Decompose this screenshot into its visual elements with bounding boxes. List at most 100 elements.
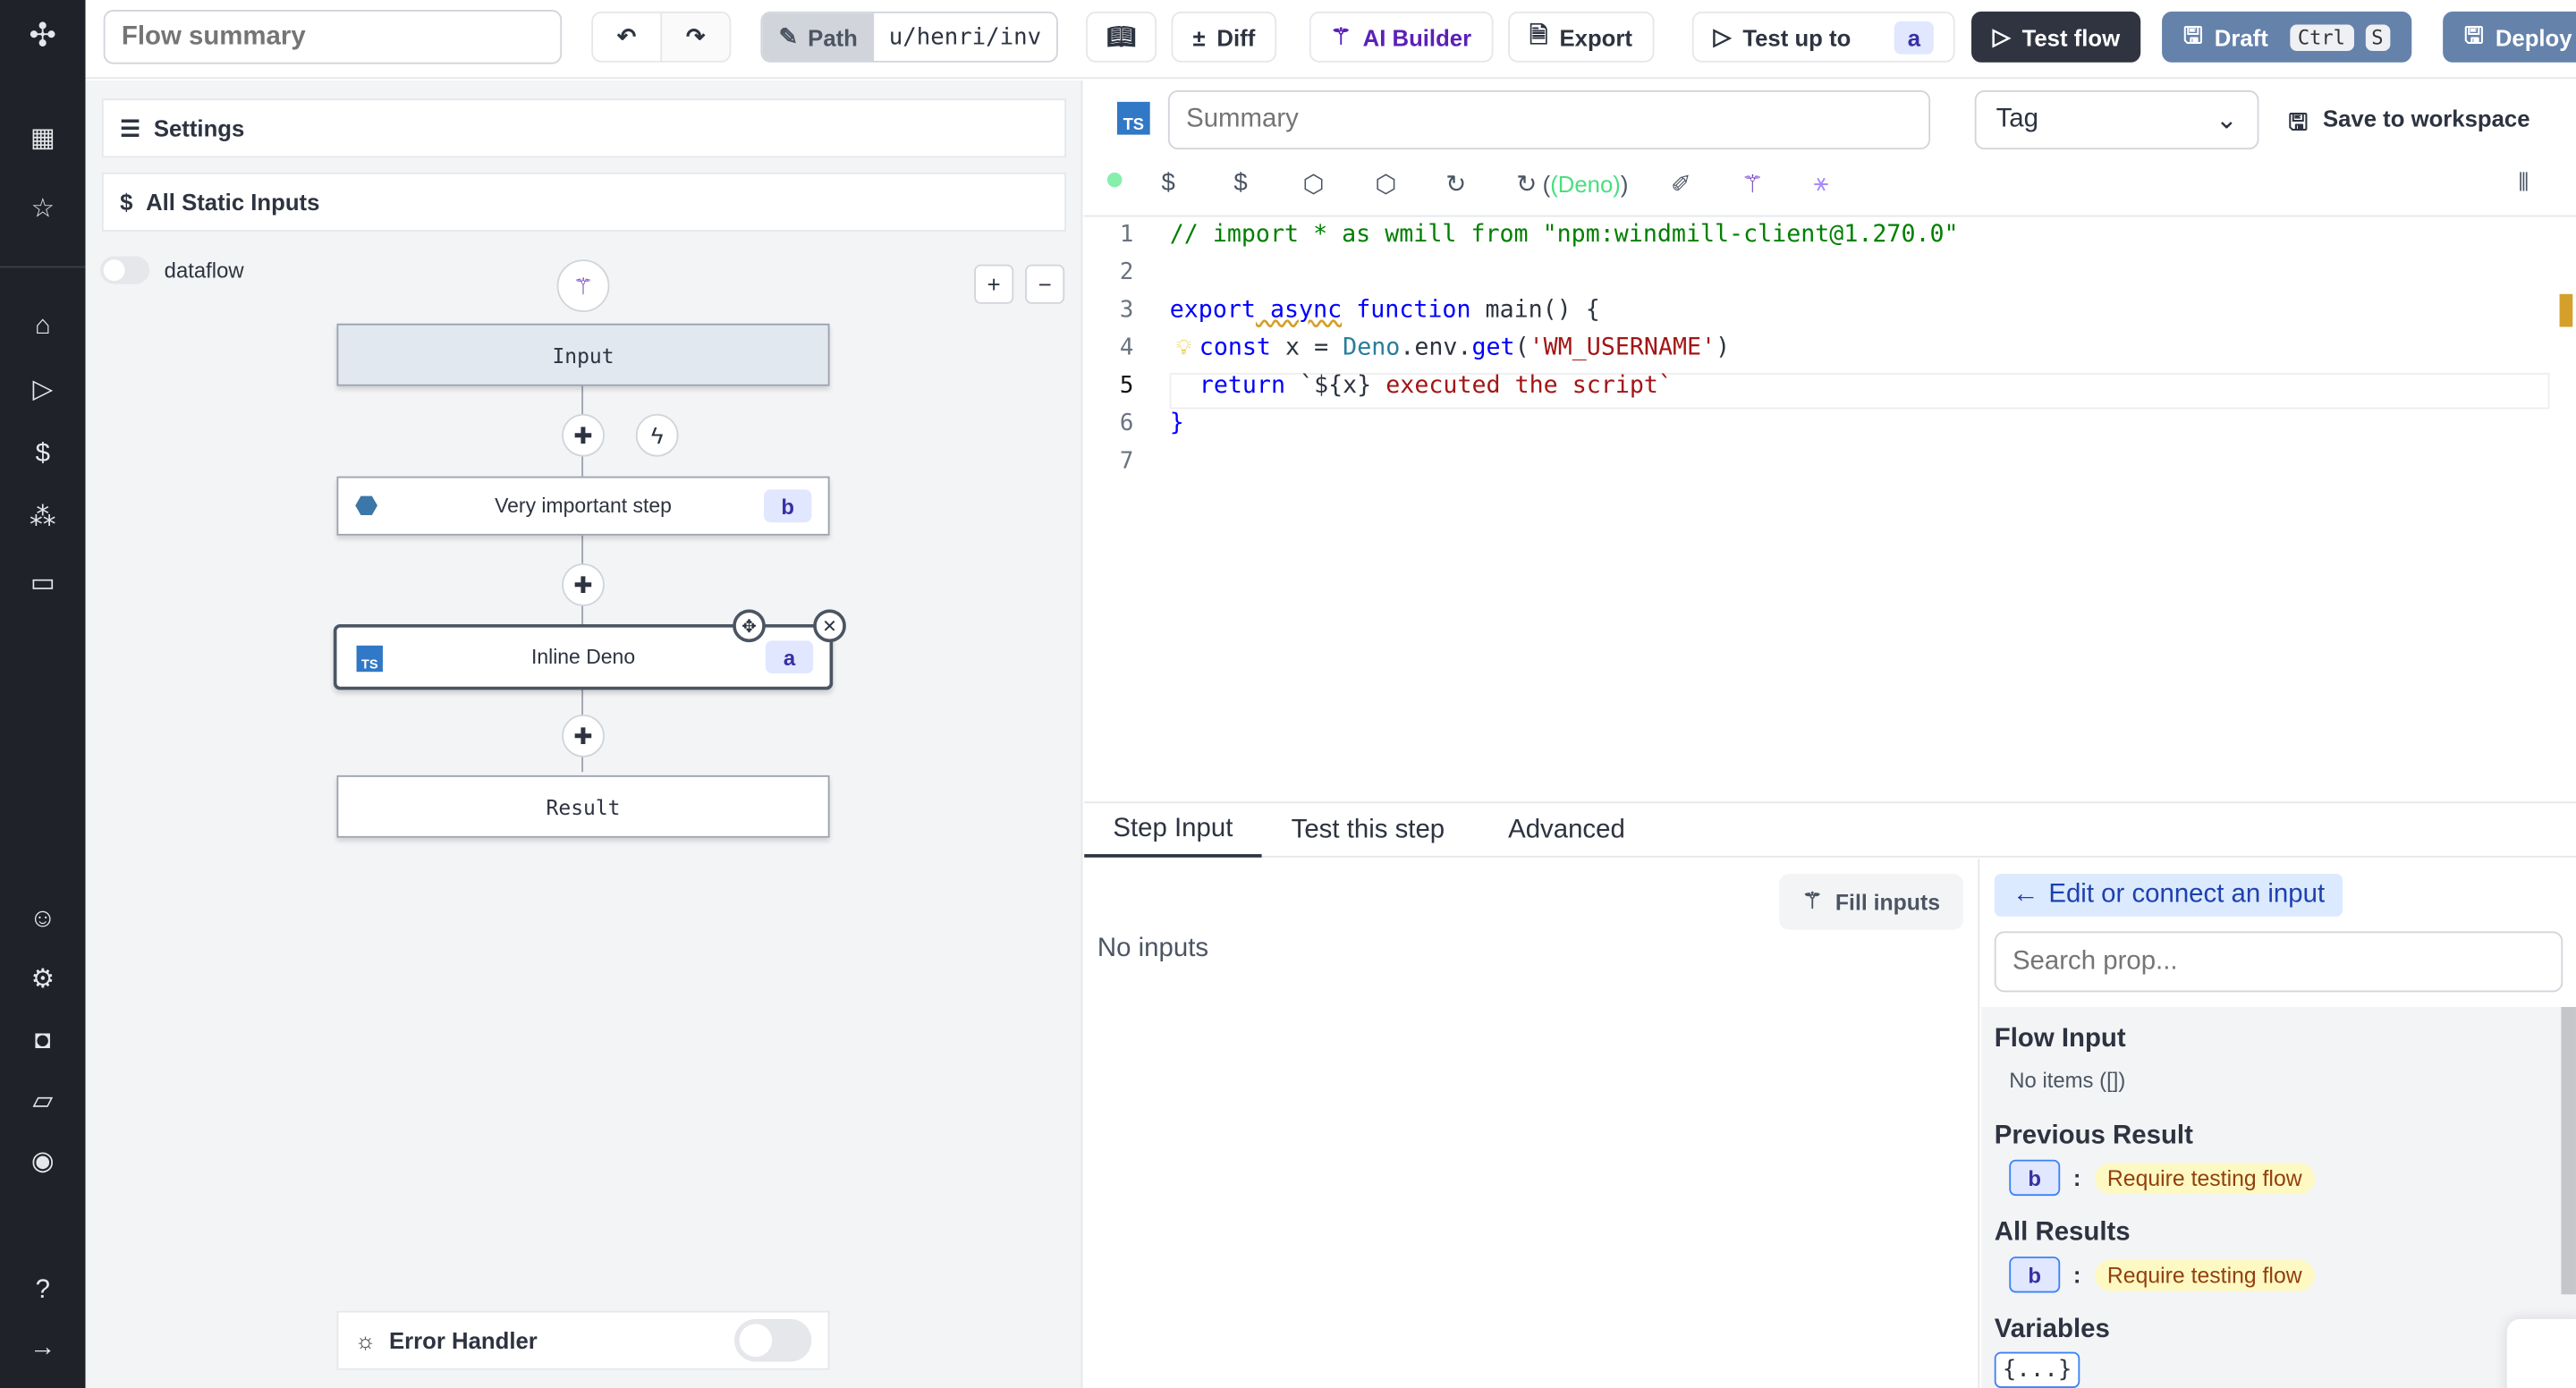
edit-connect-button[interactable]: ← Edit or connect an input — [1994, 874, 2343, 917]
tab-advanced[interactable]: Advanced — [1508, 817, 1625, 846]
package-icon[interactable]: ⬡ — [1303, 169, 1325, 199]
step-id-badge[interactable]: b — [2009, 1257, 2061, 1293]
dollar-icon[interactable]: $ — [26, 438, 59, 471]
status-dot — [1106, 172, 1123, 188]
settings-icon[interactable]: ⚙ — [26, 964, 59, 997]
eye-icon[interactable]: ◉ — [26, 1147, 59, 1180]
token: async — [1255, 297, 1343, 324]
tab-test-step[interactable]: Test this step — [1292, 817, 1445, 846]
python-icon: ⬣ — [354, 493, 378, 521]
test-up-to-button[interactable]: ▷ Test up to a — [1691, 11, 1955, 63]
zoom-in-button[interactable]: + — [974, 264, 1014, 304]
ai-wand-button[interactable]: ⚚ — [556, 259, 610, 312]
test-flow-label: Test flow — [2021, 23, 2121, 51]
colon: : — [2072, 1261, 2081, 1288]
home-icon[interactable]: ⌂ — [26, 310, 59, 343]
add-step-button[interactable]: ✚ — [562, 563, 605, 606]
tab-label: Advanced — [1508, 816, 1625, 845]
ai-fix-icon[interactable]: ⚹ — [1814, 169, 1829, 197]
save-workspace-label: Save to workspace — [2322, 105, 2530, 131]
folder-icon[interactable]: ▱ — [26, 1086, 59, 1119]
error-handler-row[interactable]: ☼ Error Handler — [336, 1310, 830, 1370]
test-flow-button[interactable]: ▷ Test flow — [1971, 11, 2141, 63]
colon: : — [2072, 1164, 2081, 1191]
bot-icon[interactable]: ◘ — [26, 1025, 59, 1058]
fill-inputs-button[interactable]: ⚚ Fill inputs — [1779, 874, 1963, 930]
save-to-workspace-button[interactable]: 🖫︎ Save to workspace — [2289, 106, 2530, 145]
diff-button[interactable]: ± Diff — [1171, 11, 1277, 63]
brush-icon[interactable]: ✐ — [1671, 169, 1691, 199]
zoom-out-button[interactable]: − — [1025, 264, 1065, 304]
token: return — [1199, 372, 1286, 400]
library-icon[interactable]: ⫴ — [2519, 169, 2529, 197]
lightbulb-icon[interactable]: 💡︎ — [1176, 335, 1191, 361]
require-testing-badge: Require testing flow — [2094, 1162, 2316, 1194]
arrow-right-icon[interactable]: → — [26, 1333, 59, 1366]
dollar-icon[interactable]: $ — [1162, 169, 1175, 197]
code-editor[interactable]: 1 2 3 4 5 6 7 // import * as wmill from "npm:w… — [1084, 215, 2576, 802]
builder-icon[interactable]: ▦ — [26, 123, 59, 157]
calendar-icon[interactable]: ▭ — [26, 568, 59, 601]
refresh-icon[interactable]: ↻ — [1516, 169, 1537, 199]
variables-chip[interactable]: {...} — [1994, 1351, 2080, 1388]
input-node[interactable]: Input — [336, 323, 830, 386]
summary-input[interactable] — [1167, 90, 1931, 150]
step-id-badge[interactable]: b — [2009, 1159, 2061, 1197]
export-button[interactable]: 🗎︎ Export — [1508, 11, 1654, 63]
runtime-value: (Deno) — [1550, 171, 1621, 198]
dataflow-toggle[interactable] — [100, 256, 150, 284]
path-label: Path — [808, 23, 858, 51]
token: main() { — [1470, 297, 1600, 324]
add-step-button[interactable]: ✚ — [562, 714, 605, 757]
move-icon[interactable]: ✥ — [733, 609, 766, 643]
wand-icon[interactable]: ⚚ — [1741, 169, 1764, 199]
star-icon[interactable]: ☆ — [26, 194, 59, 227]
all-results-item[interactable]: b: Require testing flow — [2009, 1257, 2316, 1293]
previous-result-item[interactable]: b: Require testing flow — [2009, 1159, 2316, 1197]
trigger-button[interactable]: ϟ — [635, 413, 679, 457]
previous-result-heading: Previous Result — [1994, 1121, 2193, 1150]
redo-button[interactable]: ↷ — [660, 11, 732, 63]
docs-button[interactable]: 📖︎ — [1086, 11, 1157, 63]
resources-icon[interactable]: ⁂ — [26, 503, 59, 536]
tag-select[interactable]: Tag ⌄ — [1974, 90, 2259, 150]
step-node-a-selected[interactable]: TS Inline Deno a ✥ ✕ — [333, 609, 846, 690]
all-results-heading: All Results — [1994, 1218, 2131, 1248]
step-node-b[interactable]: ⬣ Very important step b — [336, 476, 830, 536]
step-id-badge: a — [765, 640, 814, 674]
close-icon[interactable]: ✕ — [813, 609, 846, 643]
ai-builder-label: AI Builder — [1362, 23, 1472, 51]
undo-button[interactable]: ↶ — [591, 11, 663, 63]
flow-summary-input[interactable] — [103, 10, 563, 64]
path-control[interactable]: ✎ Path u/henri/inv — [760, 11, 1058, 63]
line-number: 1 — [1119, 221, 1134, 249]
tab-step-input[interactable]: Step Input — [1084, 803, 1262, 858]
package-icon[interactable]: ⬡ — [1375, 169, 1396, 199]
search-prop-input[interactable] — [1994, 931, 2563, 993]
tag-label: Tag — [1996, 105, 2038, 133]
variables-heading: Variables — [1994, 1316, 2110, 1344]
static-inputs-row[interactable]: $ All Static Inputs — [101, 172, 1067, 232]
chevron-down-icon: ⌄ — [2215, 106, 2238, 135]
tab-label: Test this step — [1291, 816, 1445, 845]
static-inputs-label: All Static Inputs — [146, 189, 320, 216]
book-icon: 📖︎ — [1106, 22, 1136, 50]
ai-builder-button[interactable]: ⚚ AI Builder — [1309, 11, 1493, 63]
error-handler-toggle[interactable] — [734, 1318, 812, 1362]
play-icon[interactable]: ▷ — [26, 375, 59, 408]
floating-widget[interactable] — [2506, 1318, 2576, 1388]
user-icon[interactable]: ☺ — [26, 903, 59, 936]
add-step-button[interactable]: ✚ — [562, 413, 605, 457]
line-number: 5 — [1119, 372, 1134, 400]
draft-button[interactable]: 🖫︎ Draft Ctrl S — [2162, 11, 2411, 63]
path-value[interactable]: u/henri/inv — [886, 24, 1041, 50]
scrollbar[interactable] — [2561, 1006, 2576, 1295]
windmill-logo[interactable]: ✣ — [26, 20, 59, 53]
settings-row[interactable]: ☰ Settings — [101, 98, 1067, 158]
token: executed the script` — [1371, 372, 1673, 400]
dollar-icon[interactable]: $ — [1233, 169, 1247, 197]
refresh-icon[interactable]: ↻ — [1445, 169, 1466, 199]
result-node[interactable]: Result — [336, 774, 830, 838]
help-icon[interactable]: ? — [26, 1274, 59, 1308]
deploy-button[interactable]: 🖫︎ Deploy — [2443, 11, 2576, 63]
